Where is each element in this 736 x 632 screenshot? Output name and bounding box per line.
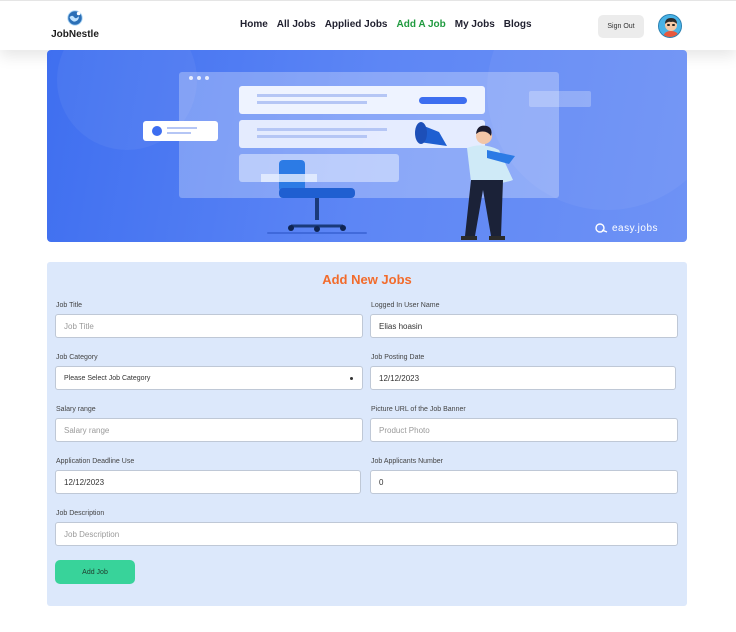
job-title-label: Job Title bbox=[56, 302, 83, 309]
banner-watermark-text: easy.jobs bbox=[612, 223, 659, 234]
nav-all-jobs[interactable]: All Jobs bbox=[277, 19, 316, 30]
nav-home[interactable]: Home bbox=[240, 19, 268, 30]
select-dropdown-icon bbox=[350, 377, 353, 380]
sign-out-button[interactable]: Sign Out bbox=[598, 15, 644, 38]
user-name-input[interactable]: Elias hoasin bbox=[370, 314, 678, 338]
applicants-input[interactable]: 0 bbox=[370, 470, 678, 494]
posting-date-label: Job Posting Date bbox=[371, 354, 425, 361]
description-label: Job Description bbox=[56, 510, 105, 517]
brand-name: JobNestle bbox=[51, 29, 99, 40]
deadline-label: Application Deadline Use bbox=[56, 458, 135, 465]
salary-label: Salary range bbox=[56, 406, 96, 413]
job-category-label: Job Category bbox=[56, 354, 98, 361]
user-name-label: Logged In User Name bbox=[371, 302, 440, 309]
banner-watermark: easy.jobs bbox=[595, 223, 658, 234]
brand[interactable]: JobNestle bbox=[50, 9, 100, 40]
hero-banner: easy.jobs bbox=[47, 50, 687, 242]
banner-url-label: Picture URL of the Job Banner bbox=[371, 406, 466, 413]
nav-blogs[interactable]: Blogs bbox=[504, 19, 532, 30]
applicants-label: Job Applicants Number bbox=[371, 458, 443, 465]
deadline-input[interactable]: 12/12/2023 bbox=[55, 470, 361, 494]
nav-links: Home All Jobs Applied Jobs Add A Job My … bbox=[240, 19, 541, 30]
banner-url-input[interactable]: Product Photo bbox=[370, 418, 678, 442]
nav-add-a-job[interactable]: Add A Job bbox=[397, 19, 446, 30]
job-title-input[interactable]: Job Title bbox=[55, 314, 363, 338]
nav-my-jobs[interactable]: My Jobs bbox=[455, 19, 495, 30]
job-category-select[interactable]: Please Select Job Category bbox=[55, 366, 363, 390]
nav-applied-jobs[interactable]: Applied Jobs bbox=[325, 19, 388, 30]
form-title: Add New Jobs bbox=[322, 272, 412, 287]
posting-date-input[interactable]: 12/12/2023 bbox=[370, 366, 676, 390]
add-job-button[interactable]: Add Job bbox=[55, 560, 135, 584]
description-input[interactable]: Job Description bbox=[55, 522, 678, 546]
banner-illustration bbox=[57, 50, 687, 240]
navbar: JobNestle Home All Jobs Applied Jobs Add… bbox=[0, 0, 736, 50]
salary-input[interactable]: Salary range bbox=[55, 418, 363, 442]
easyjobs-logo-icon bbox=[595, 223, 608, 234]
globe-logo-icon bbox=[67, 10, 83, 26]
user-avatar-icon bbox=[659, 15, 681, 37]
job-category-value: Please Select Job Category bbox=[64, 374, 151, 382]
avatar[interactable] bbox=[658, 14, 682, 38]
add-job-form: Add New Jobs Job Title Job Title Logged … bbox=[47, 262, 687, 606]
